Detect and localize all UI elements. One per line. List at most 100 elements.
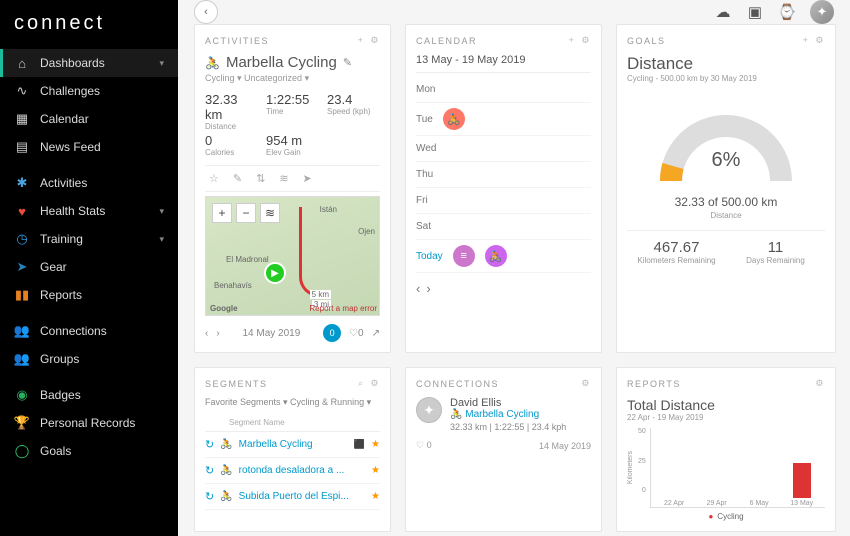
sidebar-item-groups[interactable]: 👥Groups (0, 345, 178, 373)
share-icon[interactable]: ↗ (372, 328, 380, 339)
like-button[interactable]: ♡0 (349, 328, 364, 339)
connection-name[interactable]: David Ellis (450, 397, 566, 409)
gear-icon[interactable]: ⚙ (815, 35, 825, 46)
sidebar-item-reports[interactable]: ▮▮Reports (0, 281, 178, 309)
calendar-day[interactable]: Today≡🚴 (416, 240, 591, 273)
prev-week-icon[interactable]: ‹ (416, 281, 420, 296)
activity-date: 14 May 2019 (228, 328, 315, 339)
segment-name[interactable]: Marbella Cycling (239, 439, 348, 450)
sidebar-item-badges[interactable]: ◉Badges (0, 381, 178, 409)
user-avatar[interactable]: ✦ (810, 0, 834, 24)
sidebar-item-calendar[interactable]: ▦Calendar (0, 105, 178, 133)
stat-value: 1:22:55 (266, 92, 319, 107)
nav-label: Connections (40, 324, 107, 338)
goal-remain-value: 467.67 (627, 239, 726, 256)
back-button[interactable]: ‹ (194, 0, 218, 24)
edit-icon[interactable]: ✎ (343, 56, 352, 69)
stat-label: Time (266, 107, 319, 116)
gear-icon[interactable]: ⚙ (815, 378, 825, 389)
splits-icon[interactable]: ⇅ (256, 172, 265, 185)
edit-icon[interactable]: ✎ (233, 172, 242, 185)
sidebar-item-personal-records[interactable]: 🏆Personal Records (0, 409, 178, 437)
calendar-day[interactable]: Fri (416, 188, 591, 214)
activity-subtitle[interactable]: Cycling ▾ Uncategorized ▾ (205, 73, 380, 84)
report-title: Total Distance (627, 397, 825, 413)
star-icon[interactable]: ★ (371, 491, 380, 502)
activity-title[interactable]: Marbella Cycling (226, 54, 337, 71)
sidebar-item-news-feed[interactable]: ▤News Feed (0, 133, 178, 161)
add-icon[interactable]: + (803, 35, 810, 46)
zoom-in-button[interactable]: + (212, 203, 232, 223)
cycling-icon: 🚴 (450, 409, 462, 420)
segment-name[interactable]: rotonda desaladora a ... (239, 465, 365, 476)
gear-icon[interactable]: ⚙ (370, 378, 380, 389)
sync-icon[interactable]: ↻ (205, 464, 214, 477)
gear-tab-icon[interactable]: ➤ (303, 172, 312, 185)
sync-icon[interactable]: ↻ (205, 438, 214, 451)
stat-value: 0 (205, 133, 258, 148)
activities-card: ACTIVITIES+⚙ 🚴 Marbella Cycling ✎ Cyclin… (194, 24, 391, 353)
chart-x-label: 6 May (750, 500, 769, 507)
sidebar-item-challenges[interactable]: ∿Challenges (0, 77, 178, 105)
sidebar-item-activities[interactable]: ✱Activities (0, 169, 178, 197)
sidebar-item-connections[interactable]: 👥 Connections (0, 317, 178, 345)
card-title: CONNECTIONS (416, 379, 499, 389)
search-icon[interactable]: ⌕ (358, 378, 365, 389)
sidebar-item-training[interactable]: ◷Training▾ (0, 225, 178, 253)
calendar-day[interactable]: Tue🚴 (416, 103, 591, 136)
star-icon[interactable]: ★ (371, 439, 380, 450)
sidebar-item-goals[interactable]: ◯Goals (0, 437, 178, 465)
activity-dot-icon[interactable]: 🚴 (443, 108, 465, 130)
next-icon[interactable]: › (216, 328, 219, 339)
gear-icon[interactable]: ⚙ (581, 35, 591, 46)
segment-row[interactable]: ↻🚴Marbella Cycling⬛★ (205, 432, 380, 458)
segment-name[interactable]: Subida Puerto del Espi... (239, 491, 365, 502)
activity-dot-icon[interactable]: ≡ (453, 245, 475, 267)
star-icon[interactable]: ☆ (209, 172, 219, 185)
like-button[interactable]: ♡ 0 (416, 440, 432, 451)
comments-count[interactable]: 0 (323, 324, 341, 342)
layers-button[interactable]: ≋ (260, 203, 280, 223)
goal-remain-value: 11 (726, 239, 825, 256)
nav-label: Calendar (40, 112, 89, 126)
cloud-sync-icon[interactable]: ☁ (714, 3, 732, 21)
inbox-icon[interactable]: ▣ (746, 3, 764, 21)
goals-card: GOALS+⚙ Distance Cycling - 500.00 km by … (616, 24, 836, 353)
add-icon[interactable]: + (358, 35, 365, 46)
nav-label: Reports (40, 288, 82, 302)
zoom-out-button[interactable]: − (236, 203, 256, 223)
calendar-day[interactable]: Sat (416, 214, 591, 240)
sidebar-item-gear[interactable]: ➤ Gear (0, 253, 178, 281)
calendar-day[interactable]: Mon (416, 77, 591, 103)
connection-avatar[interactable]: ✦ (416, 397, 442, 423)
segment-filters[interactable]: Favorite Segments ▾ Cycling & Running ▾ (205, 397, 380, 408)
segment-badge-icon: ⬛ (354, 439, 365, 450)
nav-icon: ◯ (14, 443, 30, 459)
card-title: REPORTS (627, 379, 681, 389)
next-week-icon[interactable]: › (426, 281, 430, 296)
star-icon[interactable]: ★ (371, 465, 380, 476)
connection-activity-link[interactable]: Marbella Cycling (465, 409, 539, 420)
prev-icon[interactable]: ‹ (205, 328, 208, 339)
reports-card: REPORTS⚙ Total Distance 22 Apr - 19 May … (616, 367, 836, 532)
device-icon[interactable]: ⌚ (778, 3, 796, 21)
nav-icon: 👥 (14, 323, 30, 339)
nav-icon: ➤ (14, 259, 30, 275)
segment-row[interactable]: ↻ 🚴 rotonda desaladora a ... ★ (205, 458, 380, 484)
calendar-day[interactable]: Thu (416, 162, 591, 188)
sidebar-item-dashboards[interactable]: ⌂Dashboards▾ (0, 49, 178, 77)
nav-label: Gear (40, 260, 67, 274)
laps-icon[interactable]: ≋ (279, 172, 288, 185)
add-icon[interactable]: + (569, 35, 576, 46)
gear-icon[interactable]: ⚙ (581, 378, 591, 389)
activity-map[interactable]: + − ≋ ▶ Istán Ojen El Madronal Benahavís… (205, 196, 380, 316)
report-legend: Cycling (627, 512, 825, 521)
segment-row[interactable]: ↻🚴Subida Puerto del Espi...★ (205, 484, 380, 510)
calendar-day[interactable]: Wed (416, 136, 591, 162)
sidebar-item-health-stats[interactable]: ♥Health Stats▾ (0, 197, 178, 225)
sync-icon[interactable]: ↻ (205, 490, 214, 503)
gear-icon[interactable]: ⚙ (370, 35, 380, 46)
cycling-icon: 🚴 (220, 465, 232, 476)
nav-icon: ◷ (14, 231, 30, 247)
activity-dot-icon[interactable]: 🚴 (485, 245, 507, 267)
